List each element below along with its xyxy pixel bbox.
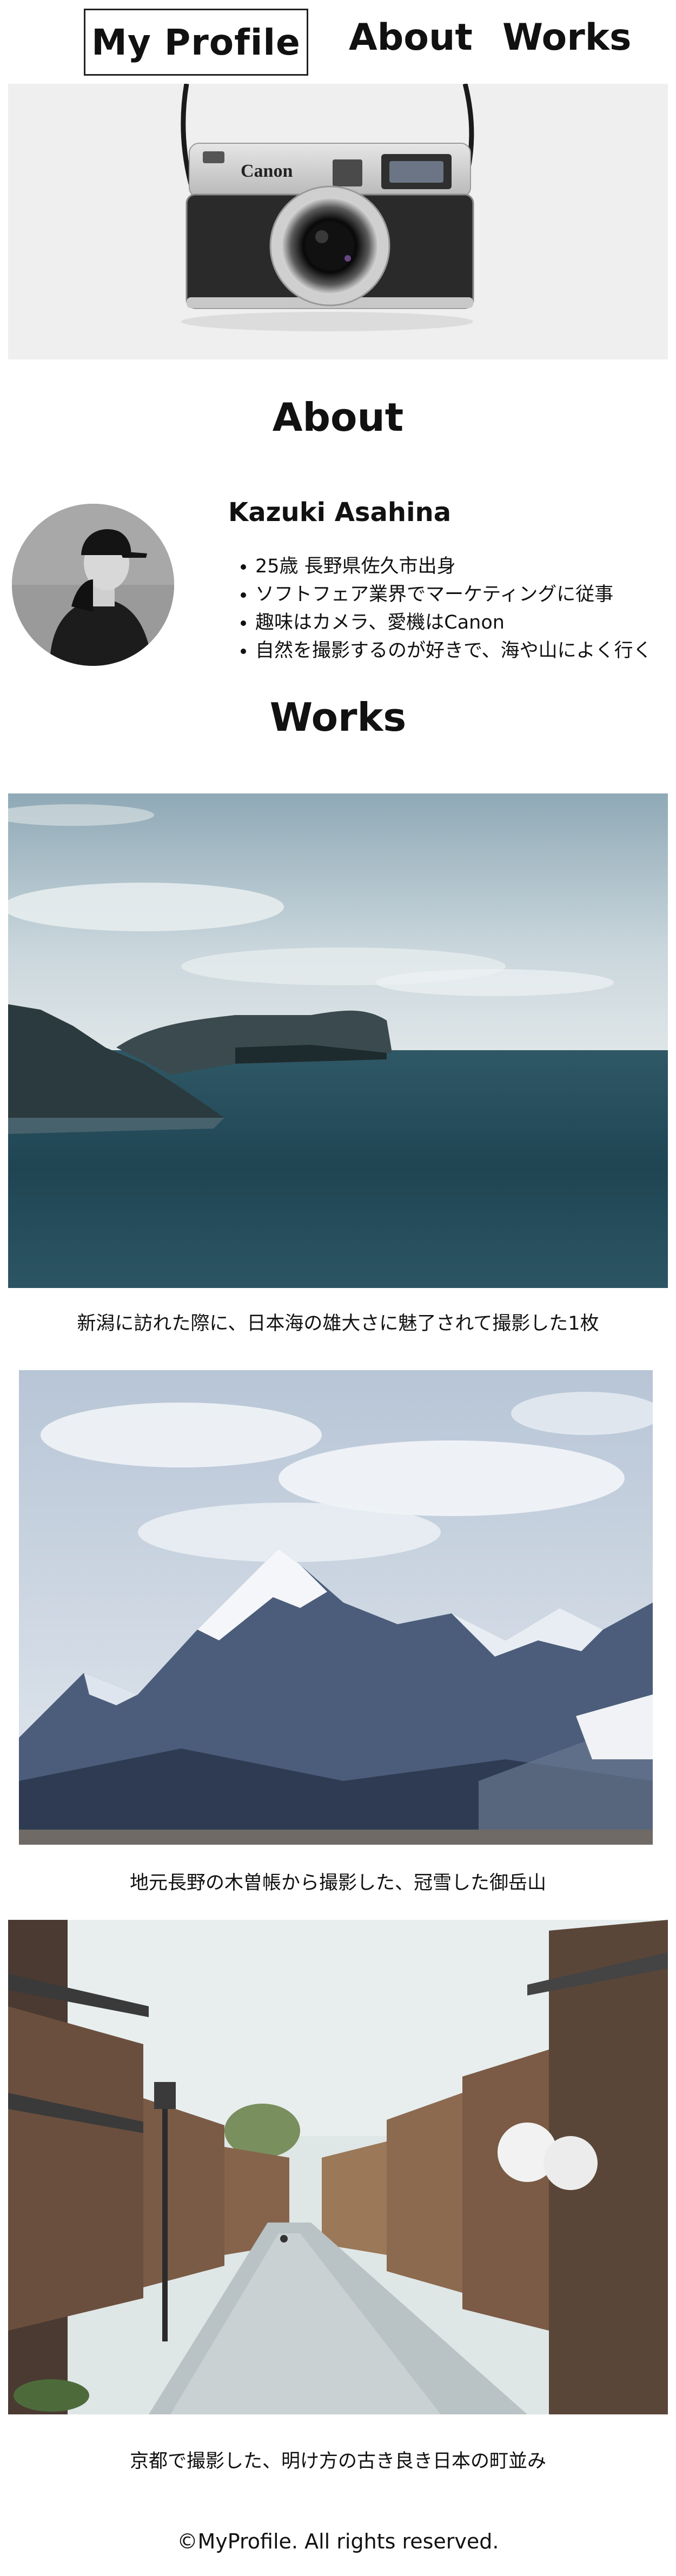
site-footer: ©MyProfile. All rights reserved. (177, 2530, 499, 2553)
profile-detail-item: 趣味はカメラ、愛機はCanon (255, 609, 652, 637)
work-image-street[interactable] (8, 1920, 668, 2414)
about-title: About (272, 395, 404, 440)
sea-cliff-photo (8, 793, 668, 1288)
main-nav: About Works (349, 11, 631, 65)
profile-detail-item: 25歳 長野県佐久市出身 (255, 552, 652, 580)
person-silhouette (12, 504, 174, 666)
hero-image: Canon (8, 84, 668, 359)
camera-brand-text: Canon (241, 161, 293, 181)
site-logo[interactable]: My Profile (84, 9, 308, 76)
work-caption: 新潟に訪れた際に、日本海の雄大さに魅了されて撮影した1枚 (77, 1313, 599, 1334)
profile-detail-item: ソフトフェア業界でマーケティングに従事 (255, 580, 652, 609)
camera-illustration: Canon (8, 84, 668, 359)
profile-details-list: 25歳 長野県佐久市出身 ソフトフェア業界でマーケティングに従事 趣味はカメラ、… (255, 552, 652, 665)
avatar (12, 504, 174, 666)
work-image-sea[interactable] (8, 793, 668, 1288)
work-caption: 地元長野の木曽帳から撮影した、冠雪した御岳山 (129, 1872, 546, 1894)
works-title: Works (269, 695, 407, 740)
site-header: My Profile About Works (0, 0, 676, 84)
profile-detail-item: 自然を撮影するのが好きで、海や山によく行く (255, 637, 652, 665)
nav-link-works[interactable]: Works (502, 11, 632, 65)
nav-link-about[interactable]: About (349, 11, 473, 65)
kyoto-street-photo (8, 1920, 668, 2414)
work-image-mountain[interactable] (19, 1370, 653, 1845)
profile-name: Kazuki Asahina (228, 497, 452, 528)
work-caption: 京都で撮影した、明け方の古き良き日本の町並み (129, 2451, 546, 2472)
snow-mountain-photo (19, 1370, 653, 1845)
